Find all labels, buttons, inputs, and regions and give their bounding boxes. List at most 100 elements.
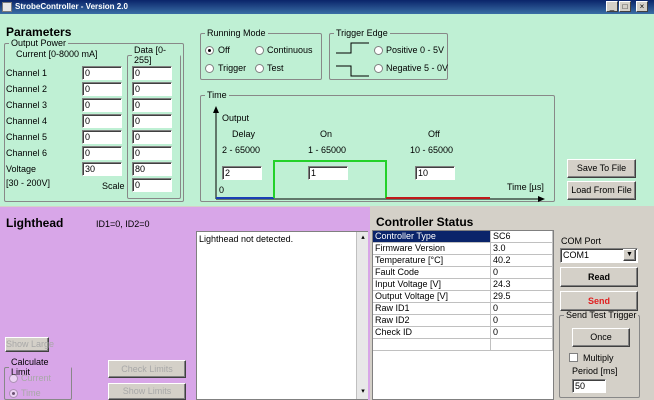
status-name-cell: Input Voltage [V] [373, 279, 491, 291]
off-input[interactable]: 10 [415, 166, 455, 180]
mode-trigger-label: Trigger [218, 63, 247, 73]
multiply-label: Multiply [583, 353, 614, 363]
period-label: Period [ms] [572, 366, 618, 376]
period-input[interactable]: 50 [572, 379, 606, 393]
lighthead-ids: ID1=0, ID2=0 [96, 219, 150, 229]
limit-time-radio[interactable] [9, 389, 18, 398]
running-mode-legend: Running Mode [207, 28, 266, 38]
mode-off-radio[interactable] [205, 46, 214, 55]
maximize-button[interactable]: □ [619, 1, 631, 12]
channel-4-data-input[interactable]: 0 [132, 114, 172, 128]
limit-time-label: Time [21, 388, 41, 398]
mode-continuous-radio[interactable] [255, 46, 264, 55]
status-value-cell: 0 [491, 303, 553, 315]
voltage-data-input[interactable]: 80 [132, 162, 172, 176]
output-power-legend: Output Power [11, 38, 67, 48]
delay-input[interactable]: 2 [222, 166, 262, 180]
com-port-value: COM1 [563, 250, 590, 260]
mode-trigger-radio[interactable] [205, 64, 214, 73]
trigger-edge-legend: Trigger Edge [336, 28, 388, 38]
send-button[interactable]: Send [560, 291, 638, 311]
status-name-cell [373, 339, 491, 351]
channel-6-label: Channel 6 [6, 148, 48, 158]
voltage-input[interactable]: 30 [82, 162, 122, 176]
close-button[interactable]: × [636, 1, 648, 12]
mode-off-label: Off [218, 45, 230, 55]
channel-1-data-input[interactable]: 0 [132, 66, 172, 80]
voltage-label: Voltage [6, 164, 37, 174]
status-value-cell: 0 [491, 327, 553, 339]
status-name-cell: Firmware Version [373, 243, 491, 255]
channel-2-current-input[interactable]: 0 [82, 82, 122, 96]
delay-range-label: 2 - 65000 [222, 145, 261, 155]
positive-edge-radio[interactable] [374, 46, 383, 55]
on-label: On [320, 129, 333, 139]
channel-1-current-input[interactable]: 0 [82, 66, 122, 80]
status-value-cell: 3.0 [491, 243, 553, 255]
status-name-cell: Check ID [373, 327, 491, 339]
status-name-cell: Raw ID2 [373, 315, 491, 327]
save-to-file-button[interactable]: Save To File [567, 159, 636, 178]
channel-5-current-input[interactable]: 0 [82, 130, 122, 144]
channel-3-label: Channel 3 [6, 100, 48, 110]
channel-2-data-input[interactable]: 0 [132, 82, 172, 96]
com-port-select[interactable]: COM1 ▼ [560, 248, 638, 263]
status-name-cell: Output Voltage [V] [373, 291, 491, 303]
time-legend: Time [207, 90, 227, 100]
mode-test-radio[interactable] [255, 64, 264, 73]
lighthead-title: Lighthead [6, 216, 64, 230]
edge-diagrams-icon [336, 42, 369, 77]
load-from-file-button[interactable]: Load From File [567, 181, 636, 200]
mode-continuous-label: Continuous [267, 45, 313, 55]
off-range-label: 10 - 65000 [410, 145, 454, 155]
status-value-cell: 0 [491, 267, 553, 279]
status-name-cell: Raw ID1 [373, 303, 491, 315]
send-test-trigger-legend: Send Test Trigger [566, 310, 637, 320]
channel-4-current-input[interactable]: 0 [82, 114, 122, 128]
channel-3-data-input[interactable]: 0 [132, 98, 172, 112]
com-port-label: COM Port [561, 236, 602, 246]
scroll-up-icon[interactable]: ▴ [358, 233, 368, 243]
status-value-cell: 40.2 [491, 255, 553, 267]
scroll-down-icon[interactable]: ▾ [358, 387, 368, 397]
negative-edge-radio[interactable] [374, 64, 383, 73]
status-table[interactable]: Controller Type SC6 Firmware Version 3.0… [372, 230, 554, 400]
read-button[interactable]: Read [560, 267, 638, 287]
output-label: Output [222, 113, 250, 123]
data-legend: Data [0-255] [134, 45, 167, 65]
parameters-panel: Parameters Output Power Current [0-8000 … [0, 14, 654, 206]
controller-status-title: Controller Status [376, 215, 474, 229]
show-large-button[interactable]: Show Large [5, 337, 54, 352]
lighthead-log-text: Lighthead not detected. [199, 234, 294, 244]
negative-edge-label: Negative 5 - 0V [386, 63, 449, 73]
log-scrollbar[interactable]: ▴ ▾ [356, 232, 368, 399]
channel-5-label: Channel 5 [6, 132, 48, 142]
voltage-range-label: [30 - 200V] [6, 178, 51, 188]
channel-6-data-input[interactable]: 0 [132, 146, 172, 160]
window-title: StrobeController - Version 2.0 [15, 2, 128, 11]
lighthead-log[interactable]: Lighthead not detected. ▴ ▾ [196, 231, 368, 400]
check-limits-button[interactable]: Check Limits [108, 360, 186, 378]
once-button[interactable]: Once [572, 328, 630, 347]
channel-3-current-input[interactable]: 0 [82, 98, 122, 112]
parameters-title: Parameters [6, 25, 72, 39]
channel-6-current-input[interactable]: 0 [82, 146, 122, 160]
status-name-cell: Fault Code [373, 267, 491, 279]
on-range-label: 1 - 65000 [308, 145, 347, 155]
chevron-down-icon[interactable]: ▼ [623, 249, 636, 261]
show-limits-button[interactable]: Show Limits [108, 383, 186, 400]
off-label: Off [428, 129, 440, 139]
multiply-checkbox[interactable] [569, 353, 578, 362]
channel-5-data-input[interactable]: 0 [132, 130, 172, 144]
limit-current-label: Current [21, 373, 52, 383]
status-value-cell: 29.5 [491, 291, 553, 303]
minimize-button[interactable]: _ [606, 1, 618, 12]
limit-current-radio[interactable] [9, 374, 18, 383]
channel-2-label: Channel 2 [6, 84, 48, 94]
on-input[interactable]: 1 [308, 166, 348, 180]
status-value-cell: SC6 [491, 231, 553, 243]
time-axis-label: Time [µs] [507, 182, 544, 192]
status-value-cell: 24.3 [491, 279, 553, 291]
app-icon [2, 2, 12, 12]
scale-input[interactable]: 0 [132, 178, 172, 192]
